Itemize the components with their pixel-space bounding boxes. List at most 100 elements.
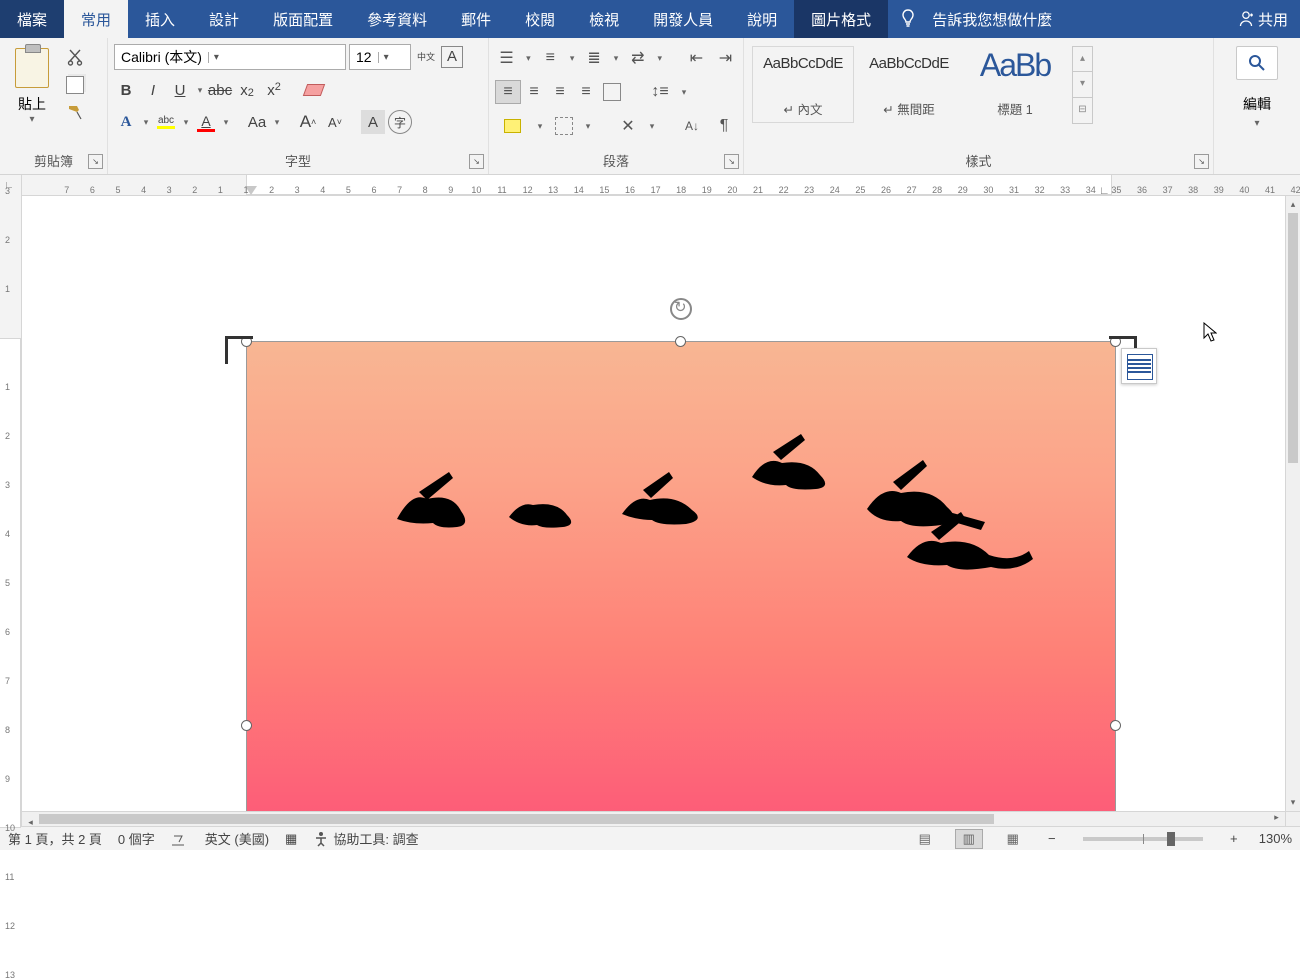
style-heading1[interactable]: AaBb 標題 1: [964, 46, 1066, 123]
shrink-font-button[interactable]: A˅: [323, 110, 347, 134]
tab-picture-format[interactable]: 圖片格式: [794, 0, 888, 38]
phonetic-guide-button[interactable]: 中文: [414, 45, 438, 69]
spelling-icon[interactable]: [171, 832, 189, 846]
accessibility-checker[interactable]: 協助工具: 調查: [313, 829, 418, 848]
tab-home[interactable]: 常用: [64, 0, 128, 38]
resize-handle-r[interactable]: [1110, 720, 1121, 731]
char-border-button[interactable]: A: [441, 46, 463, 68]
horizontal-scrollbar[interactable]: ◂ ▸: [22, 811, 1285, 826]
text-effects-button[interactable]: A: [114, 110, 138, 134]
font-color-button[interactable]: A: [194, 110, 218, 134]
rotate-handle[interactable]: [670, 298, 692, 320]
highlight-button[interactable]: abc: [154, 110, 178, 134]
align-center-button[interactable]: ≡: [521, 80, 547, 104]
tab-help[interactable]: 說明: [730, 0, 794, 38]
style-normal[interactable]: AaBbCcDdE ↵ 內文: [752, 46, 854, 123]
tab-file[interactable]: 檔案: [0, 0, 64, 38]
styles-scroll-down[interactable]: ▾: [1072, 72, 1093, 98]
clipboard-launcher[interactable]: ↘: [88, 154, 103, 169]
cut-button[interactable]: [66, 48, 84, 66]
asian-layout-button[interactable]: ✕: [615, 114, 641, 138]
hscroll-right[interactable]: ▸: [1268, 812, 1285, 827]
grow-font-button[interactable]: A˄: [296, 110, 320, 134]
tab-design[interactable]: 設計: [192, 0, 256, 38]
align-distributed-button[interactable]: ⇄: [626, 46, 649, 70]
clear-formatting-button[interactable]: [302, 78, 326, 102]
tab-review[interactable]: 校閱: [508, 0, 572, 38]
editing-dropdown[interactable]: ▾: [1254, 118, 1259, 129]
align-left-button[interactable]: ≡: [495, 80, 521, 104]
highlight-dropdown[interactable]: ▾: [181, 117, 191, 128]
numbering-button[interactable]: ≡: [539, 46, 562, 70]
multilevel-list-button[interactable]: ≣: [583, 46, 606, 70]
vscroll-down[interactable]: ▾: [1286, 794, 1300, 811]
enclose-char-button[interactable]: 字: [388, 110, 412, 134]
bold-button[interactable]: B: [114, 78, 138, 102]
word-count[interactable]: 0 個字: [118, 829, 155, 848]
vertical-scrollbar[interactable]: ▴ ▾: [1285, 196, 1300, 811]
tab-mailings[interactable]: 郵件: [444, 0, 508, 38]
resize-handle-t[interactable]: [675, 336, 686, 347]
hscroll-thumb[interactable]: [39, 814, 994, 824]
font-name-combo[interactable]: Calibri (本文)▾: [114, 44, 346, 70]
text-effects-dropdown[interactable]: ▾: [141, 117, 151, 128]
paste-dropdown[interactable]: ▾: [29, 114, 34, 125]
page-viewport[interactable]: [22, 196, 1285, 826]
font-size-combo[interactable]: 12▾: [349, 44, 411, 70]
selected-image[interactable]: [246, 341, 1116, 826]
view-print-layout[interactable]: ▥: [955, 829, 983, 849]
ruler-corner[interactable]: ∟: [0, 175, 22, 196]
borders-button[interactable]: [551, 114, 577, 138]
char-shading-button[interactable]: A: [361, 110, 385, 134]
styles-more[interactable]: ⊟: [1072, 98, 1093, 124]
line-spacing-button[interactable]: ↕≡: [647, 80, 673, 104]
layout-options-button[interactable]: [1121, 348, 1157, 384]
tab-view[interactable]: 檢視: [572, 0, 636, 38]
style-no-spacing[interactable]: AaBbCcDdE ↵ 無間距: [858, 46, 960, 123]
zoom-thumb[interactable]: [1167, 832, 1175, 846]
italic-button[interactable]: I: [141, 78, 165, 102]
resize-handle-l[interactable]: [241, 720, 252, 731]
share-button[interactable]: 共用: [1238, 0, 1300, 38]
tab-layout[interactable]: 版面配置: [256, 0, 350, 38]
show-marks-button[interactable]: ¶: [711, 114, 737, 138]
bullets-button[interactable]: ☰: [495, 46, 518, 70]
language-indicator[interactable]: 英文 (美國): [205, 829, 269, 848]
tab-insert[interactable]: 插入: [128, 0, 192, 38]
zoom-slider[interactable]: [1083, 837, 1203, 841]
align-distribute-button[interactable]: [599, 80, 625, 104]
styles-launcher[interactable]: ↘: [1194, 154, 1209, 169]
find-button[interactable]: [1236, 46, 1278, 80]
underline-dropdown[interactable]: ▾: [195, 85, 205, 96]
change-case-dropdown[interactable]: ▾: [272, 117, 282, 128]
subscript-button[interactable]: x2: [235, 78, 259, 102]
styles-scroll[interactable]: ▴ ▾ ⊟: [1072, 46, 1093, 124]
zoom-level[interactable]: 130%: [1259, 831, 1292, 846]
underline-button[interactable]: U: [168, 78, 192, 102]
align-justify-button[interactable]: ≡: [573, 80, 599, 104]
view-read-mode[interactable]: ▤: [911, 829, 939, 849]
tell-me-search[interactable]: 告訴我您想做什麼: [928, 0, 1052, 38]
vertical-ruler[interactable]: 32112345678910111213: [0, 196, 22, 826]
styles-scroll-up[interactable]: ▴: [1072, 46, 1093, 72]
decrease-indent-button[interactable]: ⇤: [685, 46, 708, 70]
font-launcher[interactable]: ↘: [469, 154, 484, 169]
zoom-out[interactable]: −: [1043, 831, 1061, 846]
macro-record-icon[interactable]: ▦: [285, 831, 297, 847]
shading-button[interactable]: [495, 114, 529, 138]
vscroll-up[interactable]: ▴: [1286, 196, 1300, 213]
sort-button[interactable]: A↓: [679, 114, 705, 138]
change-case-button[interactable]: Aa: [245, 110, 269, 134]
font-color-dropdown[interactable]: ▾: [221, 117, 231, 128]
paste-button[interactable]: 貼上 ▾: [6, 42, 58, 125]
horizontal-ruler[interactable]: ∟ ∟ 765432112345678910111213141516171819…: [22, 175, 1300, 196]
strikethrough-button[interactable]: abc: [208, 78, 232, 102]
increase-indent-button[interactable]: ⇥: [714, 46, 737, 70]
vscroll-thumb[interactable]: [1288, 213, 1298, 463]
hscroll-left[interactable]: ◂: [22, 817, 39, 832]
tab-developer[interactable]: 開發人員: [636, 0, 730, 38]
align-right-button[interactable]: ≡: [547, 80, 573, 104]
tab-references[interactable]: 參考資料: [350, 0, 444, 38]
paragraph-launcher[interactable]: ↘: [724, 154, 739, 169]
copy-button[interactable]: [66, 76, 84, 94]
